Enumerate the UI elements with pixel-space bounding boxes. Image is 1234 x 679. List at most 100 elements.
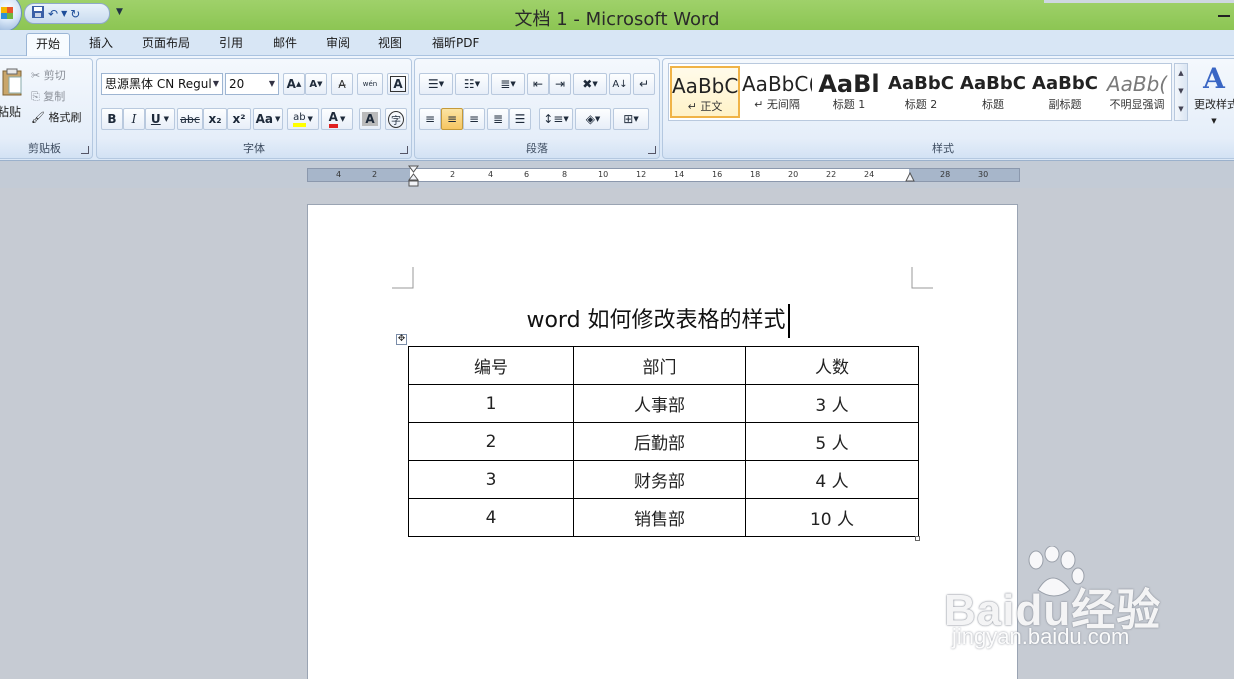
table-cell[interactable]: 人数 <box>745 346 919 385</box>
paste-label[interactable]: 粘贴 <box>0 103 21 120</box>
sort-button[interactable]: A↓ <box>609 73 631 95</box>
increase-indent-button[interactable]: ⇥ <box>549 73 571 95</box>
table-cell[interactable]: 4 人 <box>745 460 919 499</box>
table-cell[interactable]: 销售部 <box>573 498 746 537</box>
tab-page-layout[interactable]: 页面布局 <box>133 35 199 56</box>
style-preview: AaBb( <box>1106 72 1168 96</box>
paragraph-launcher-icon[interactable] <box>648 146 656 154</box>
ribbon-tabs: 开始 插入 页面布局 引用 邮件 审阅 视图 福昕PDF <box>0 30 1234 57</box>
format-painter-button[interactable]: 🖌 格式刷 <box>31 109 81 125</box>
tab-mailings[interactable]: 邮件 <box>264 35 306 56</box>
table-resize-handle[interactable] <box>915 536 920 541</box>
chinese-layout-button[interactable]: ✖ ▼ <box>573 73 607 95</box>
style-name: 副标题 <box>1048 98 1082 111</box>
highlight-icon: ab <box>293 112 306 127</box>
table-cell[interactable]: 1 <box>408 384 574 423</box>
font-size-select[interactable]: 20 ▼ <box>225 73 279 95</box>
numbering-button[interactable]: ☷ ▼ <box>455 73 489 95</box>
multilevel-list-button[interactable]: ≣ ▼ <box>491 73 525 95</box>
table-cell[interactable]: 10 人 <box>745 498 919 537</box>
document-table[interactable]: 编号 部门 人数 1 人事部 3 人 2 后勤部 5 人 3 财务部 4 人 4… <box>408 346 919 537</box>
table-cell[interactable]: 部门 <box>573 346 746 385</box>
clear-format-button[interactable]: A̶ <box>331 73 353 95</box>
table-cell[interactable]: 2 <box>408 422 574 461</box>
tab-home[interactable]: 开始 <box>26 33 71 57</box>
tab-foxit-pdf[interactable]: 福昕PDF <box>423 35 488 56</box>
style-subtitle[interactable]: AaBbC 副标题 <box>1030 66 1100 118</box>
table-cell[interactable]: 3 <box>408 460 574 499</box>
superscript-button[interactable]: x² <box>227 108 251 130</box>
shrink-font-button[interactable]: A ▼ <box>305 73 327 95</box>
style-heading-2[interactable]: AaBbC 标题 2 <box>886 66 956 118</box>
style-preview: AaBbC <box>888 73 954 94</box>
ruler-label: 22 <box>826 170 837 179</box>
justify-button[interactable]: ≣ <box>487 108 509 130</box>
char-border-icon: A <box>390 76 406 92</box>
watermark-url: jingyan.baidu.com <box>952 624 1130 649</box>
show-marks-button[interactable]: ↵ <box>633 73 655 95</box>
table-move-handle-icon[interactable]: ✥ <box>396 334 407 345</box>
bullets-button[interactable]: ☰ ▼ <box>419 73 453 95</box>
enclose-char-button[interactable]: 字 <box>385 108 407 130</box>
distributed-button[interactable]: ☰ <box>509 108 531 130</box>
style-normal[interactable]: AaBbC(↵ 正文 <box>670 66 740 118</box>
line-spacing-button[interactable]: ↕≡ ▼ <box>539 108 573 130</box>
change-styles-button[interactable]: A 更改样式 ▼ <box>1194 62 1234 132</box>
cut-button[interactable]: ✂ 剪切 <box>31 67 66 83</box>
char-border-button[interactable]: A <box>387 73 409 95</box>
highlight-button[interactable]: ab ▼ <box>287 108 319 130</box>
tab-review[interactable]: 审阅 <box>317 35 359 56</box>
copy-button[interactable]: ⎘ 复制 <box>31 88 65 104</box>
minimize-button[interactable] <box>1218 15 1230 17</box>
tab-insert[interactable]: 插入 <box>80 35 122 56</box>
style-preview: AaBbC( <box>672 74 738 98</box>
align-left-icon: ≡ <box>424 112 436 126</box>
style-title[interactable]: AaBbC 标题 <box>958 66 1028 118</box>
bold-button[interactable]: B <box>101 108 123 130</box>
table-cell[interactable]: 财务部 <box>573 460 746 499</box>
ruler-label: 6 <box>524 170 530 179</box>
font-group-label: 字体 <box>243 142 265 155</box>
styles-gallery-scroll[interactable]: ▲ ▼ ▼ <box>1174 63 1188 121</box>
subscript-button[interactable]: x₂ <box>203 108 227 130</box>
gallery-more-icon[interactable]: ▼ <box>1175 100 1187 118</box>
font-family-select[interactable]: 思源黑体 CN Regul ▼ <box>101 73 223 95</box>
table-cell[interactable]: 5 人 <box>745 422 919 461</box>
borders-button[interactable]: ⊞ ▼ <box>613 108 649 130</box>
chevron-down-icon[interactable]: ▼ <box>1175 82 1187 100</box>
style-no-spacing[interactable]: AaBbC(↵ 无间隔 <box>742 66 812 118</box>
style-preview: AaBbC <box>960 73 1026 94</box>
indent-marker-icon[interactable] <box>408 165 419 187</box>
char-shading-icon: A <box>362 112 378 126</box>
document-title[interactable]: word 如何修改表格的样式 <box>400 304 916 338</box>
tab-references[interactable]: 引用 <box>210 35 252 56</box>
table-cell[interactable]: 后勤部 <box>573 422 746 461</box>
table-cell[interactable]: 人事部 <box>573 384 746 423</box>
change-case-button[interactable]: Aa ▼ <box>253 108 283 130</box>
paste-icon[interactable] <box>1 67 23 97</box>
strikethrough-button[interactable]: abc <box>177 108 203 130</box>
style-subtle-emphasis[interactable]: AaBb(不明显强调 <box>1102 66 1172 118</box>
font-color-button[interactable]: A ▼ <box>321 108 353 130</box>
style-heading-1[interactable]: AaBl 标题 1 <box>814 66 884 118</box>
decrease-indent-button[interactable]: ⇤ <box>527 73 549 95</box>
phonetic-guide-button[interactable]: wén <box>357 73 383 95</box>
tab-view[interactable]: 视图 <box>369 35 411 56</box>
align-left-button[interactable]: ≡ <box>419 108 441 130</box>
align-right-button[interactable]: ≡ <box>463 108 485 130</box>
underline-button[interactable]: U ▼ <box>145 108 175 130</box>
clipboard-launcher-icon[interactable] <box>81 146 89 154</box>
right-indent-marker-icon[interactable] <box>905 172 915 182</box>
table-cell[interactable]: 编号 <box>408 346 574 385</box>
shading-button[interactable]: ◈ ▼ <box>575 108 611 130</box>
table-cell[interactable]: 3 人 <box>745 384 919 423</box>
font-launcher-icon[interactable] <box>400 146 408 154</box>
borders-icon: ⊞ <box>623 112 634 126</box>
grow-font-button[interactable]: A ▲ <box>283 73 305 95</box>
align-center-button[interactable]: ≡ <box>441 108 463 130</box>
char-shading-button[interactable]: A <box>359 108 381 130</box>
italic-button[interactable]: I <box>123 108 145 130</box>
chevron-up-icon[interactable]: ▲ <box>1175 64 1187 82</box>
table-cell[interactable]: 4 <box>408 498 574 537</box>
increase-indent-icon: ⇥ <box>554 77 566 91</box>
